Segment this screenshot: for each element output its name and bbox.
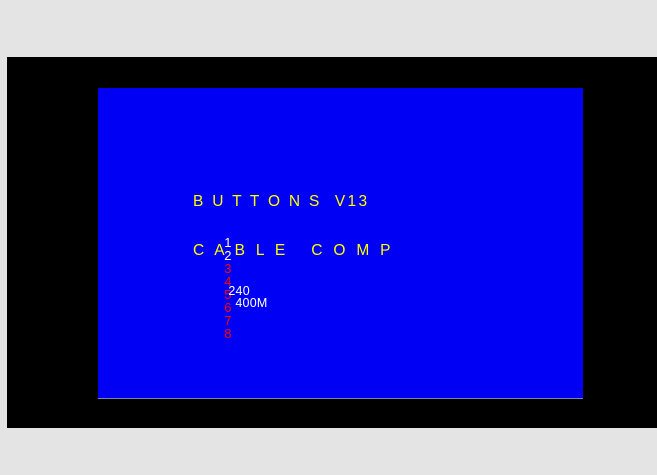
- cable-value-400m: 400M: [235, 296, 268, 310]
- osd-screen: B U T T O N S V13 1 2 3 4 5 6 7 8 C A B …: [98, 88, 583, 399]
- cable-comp-values: 240 400M: [199, 272, 267, 322]
- button-status-8: 8: [224, 326, 232, 341]
- cable-comp-heading: C A B L E C O M P: [193, 242, 394, 259]
- screenshot-canvas: B U T T O N S V13 1 2 3 4 5 6 7 8 C A B …: [0, 0, 657, 475]
- monitor-frame: B U T T O N S V13 1 2 3 4 5 6 7 8 C A B …: [7, 57, 657, 428]
- buttons-version-title: B U T T O N S V13: [193, 193, 370, 210]
